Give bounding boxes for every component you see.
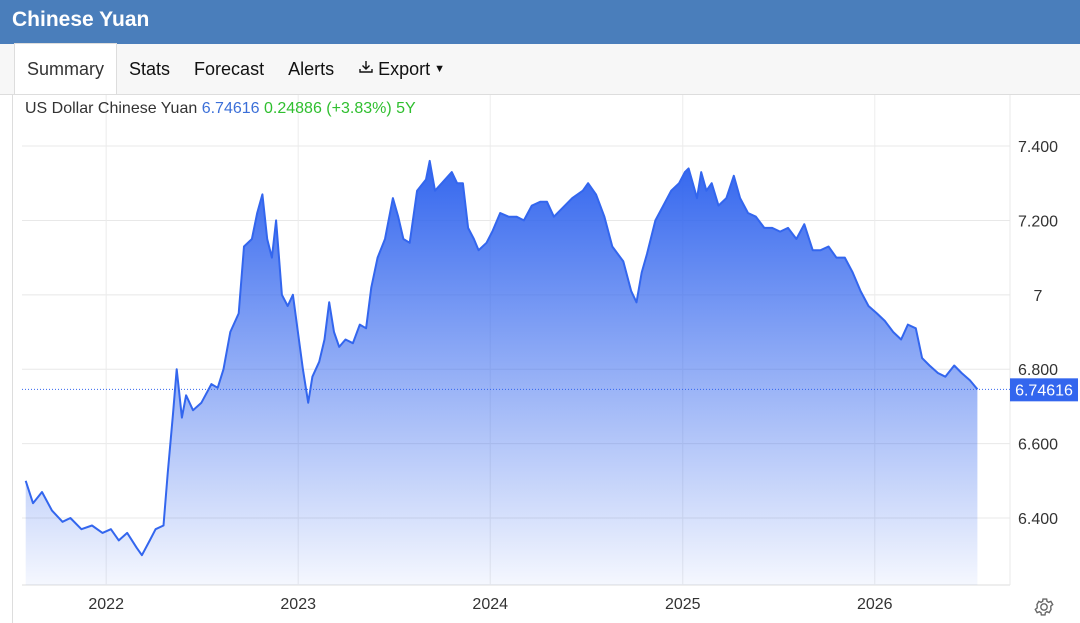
y-tick-label: 7.400 [1018, 139, 1058, 156]
x-axis: 2022 2023 2024 2025 2026 [88, 596, 892, 613]
x-tick-label: 2025 [665, 596, 701, 613]
price-change: 0.24886 [264, 100, 322, 117]
x-tick-label: 2024 [472, 596, 508, 613]
y-tick-label: 6.400 [1018, 511, 1058, 528]
quote-summary: US Dollar Chinese Yuan 6.74616 0.24886 (… [25, 100, 416, 118]
area-fill [25, 160, 978, 585]
y-tick-label: 7 [1034, 288, 1043, 305]
y-tick-label: 6.600 [1018, 437, 1058, 454]
x-tick-label: 2022 [88, 596, 124, 613]
y-tick-label: 6.800 [1018, 362, 1058, 379]
y-axis: 6.400 6.600 6.800 7 7.200 7.400 [1018, 139, 1058, 528]
x-tick-label: 2023 [280, 596, 316, 613]
price-chart: 6.4006.6006.80077.2007.400 2022 2023 2024 2… [22, 95, 1078, 613]
gear-icon[interactable] [1033, 596, 1055, 618]
last-price: 6.74616 [201, 100, 260, 117]
price-change-percent: (+3.83%) [326, 100, 392, 117]
x-tick-label: 2026 [857, 596, 893, 613]
instrument-name: US Dollar Chinese Yuan [25, 100, 198, 117]
last-value-label: 6.74616 [1015, 382, 1073, 399]
last-value-badge: 6.74616 [1010, 378, 1078, 402]
range-label: 5Y [396, 100, 416, 117]
y-tick-label: 7.200 [1018, 213, 1058, 230]
